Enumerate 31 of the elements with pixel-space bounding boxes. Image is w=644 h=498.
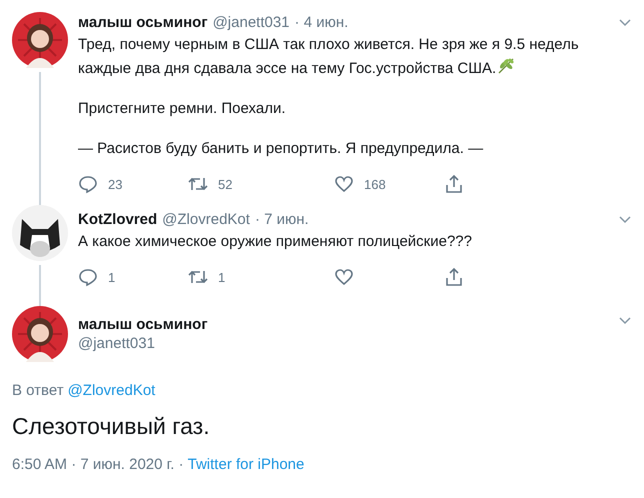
heart-icon[interactable] <box>334 174 354 194</box>
user-handle[interactable]: @janett031 <box>78 335 208 352</box>
reply-icon[interactable] <box>78 174 98 194</box>
herb-icon <box>497 57 516 75</box>
reply-icon[interactable] <box>78 267 98 287</box>
share-icon[interactable] <box>444 267 464 287</box>
user-name[interactable]: малыш осьминог <box>78 316 208 333</box>
cat-avatar[interactable] <box>12 205 68 261</box>
action-count: 23 <box>108 176 122 192</box>
source-link[interactable]: Twitter for iPhone <box>188 456 304 473</box>
tweet-text: А какое химическое оружие применяют полицейские??? <box>78 233 472 250</box>
action-count: 52 <box>218 176 232 192</box>
tweet-text: — Расистов буду банить и репортить. Я предупредила. — <box>78 140 484 157</box>
share-icon[interactable] <box>444 174 464 194</box>
mention-link[interactable]: @ZlovredKot <box>68 382 156 399</box>
heart-icon[interactable] <box>334 267 354 287</box>
action-count: 1 <box>218 270 226 284</box>
tweet-date[interactable]: · 7 июн. <box>254 211 309 228</box>
tweet-text: Тред, почему черным в США так плохо живется. Не зря же я 9.5 недель <box>78 36 579 53</box>
tweet-text: Пристегните ремни. Поехали. <box>78 100 286 117</box>
action-count: 1 <box>108 270 116 284</box>
action-count: 168 <box>364 176 386 192</box>
user-name[interactable]: малыш осьминог <box>78 14 208 31</box>
tweet-timestamp: 6:50 AM · 7 июн. 2020 г. · <box>12 456 184 473</box>
tweet-text: Слезоточивый газ. <box>12 413 211 440</box>
tweet-date[interactable]: · 4 июн. <box>294 14 348 31</box>
user-name[interactable]: KotZlovred <box>78 211 158 228</box>
user-handle[interactable]: @janett031 <box>212 14 290 31</box>
user-handle[interactable]: @ZlovredKot <box>162 211 250 228</box>
reply-label: В ответ <box>12 382 64 399</box>
tweet-text: каждые два дня сдавала эссе на тему Гос.устройства США. <box>78 60 496 77</box>
